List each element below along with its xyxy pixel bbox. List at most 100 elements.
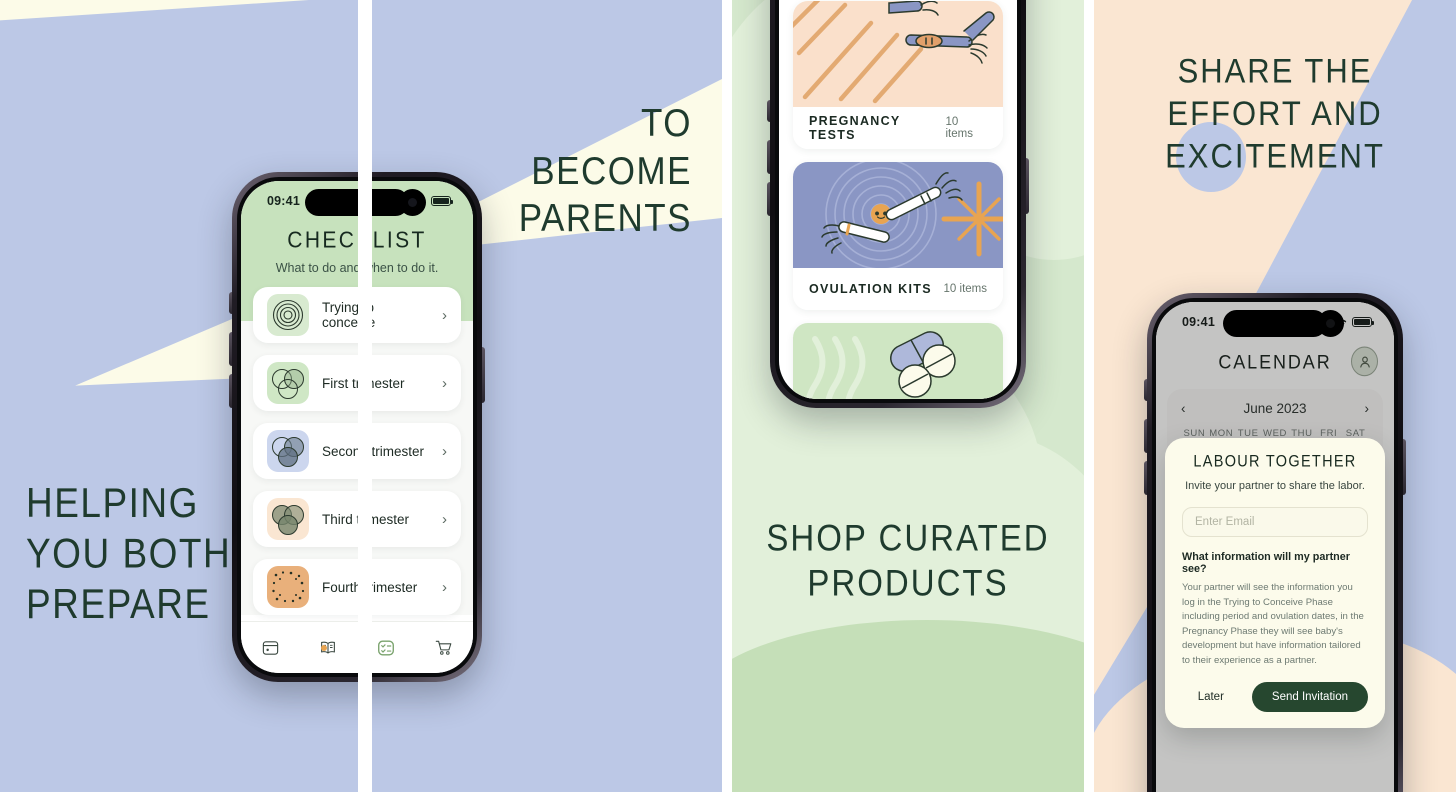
volume-down-button[interactable] (229, 374, 232, 408)
list-item[interactable]: Third trimester › (372, 491, 461, 547)
chevron-right-icon: › (442, 442, 447, 460)
front-camera-icon (1317, 310, 1344, 337)
checklist-screen: 09:41 CHECKLIST What to do and when to d… (241, 181, 358, 673)
bottom-tab-bar (372, 621, 473, 673)
venn-three-icon (267, 430, 309, 472)
list-item[interactable]: Fourth trimester › (372, 559, 461, 615)
status-time: 09:41 (267, 194, 300, 208)
mute-switch[interactable] (229, 292, 232, 314)
power-button[interactable] (482, 347, 485, 403)
later-button[interactable]: Later (1186, 685, 1236, 709)
chevron-right-icon: › (442, 374, 447, 392)
dynamic-island (305, 189, 358, 216)
panel-gap-3-4 (1084, 0, 1094, 792)
volume-up-button[interactable] (229, 332, 232, 366)
list-item-label: Trying to conceive (372, 300, 429, 330)
month-nav: ‹ June 2023 › (1181, 401, 1369, 416)
email-field[interactable]: Enter Email (1182, 506, 1368, 537)
status-bar: 09:41 (372, 181, 473, 225)
calendar-icon (262, 641, 278, 655)
shop-tab[interactable] (415, 638, 473, 657)
calendar-phone: 09:41 CALENDAR ‹ June 2023 › SUN MON TUE… (1144, 293, 1406, 792)
modal-question: What information will my partner see? (1182, 550, 1350, 575)
speckles-icon (267, 566, 309, 608)
venn-three-icon (267, 498, 309, 540)
mid-green-blob-shape (732, 620, 1084, 792)
volume-up-button[interactable] (767, 140, 770, 174)
panel-shop-curated-products: SHOP CURATED PRODUCTS PREGNANCY TESTS 10… (732, 0, 1084, 792)
list-item-label: Third trimester (322, 511, 358, 527)
volume-down-button[interactable] (1144, 461, 1147, 495)
front-camera-icon (399, 189, 426, 216)
phone-bezel: 09:41 CHECKLIST What to do and when to d… (372, 177, 477, 677)
chevron-right-icon: › (442, 306, 447, 324)
checklist-tab[interactable] (357, 638, 358, 658)
list-item-label: Fourth trimester (372, 579, 418, 595)
labour-together-modal: LABOUR TOGETHER Invite your partner to s… (1165, 438, 1385, 729)
bottom-tab-bar (241, 621, 358, 673)
list-item[interactable]: Fourth trimester › (253, 559, 358, 615)
mute-switch[interactable] (1144, 379, 1147, 401)
list-item-label: Fourth trimester (322, 579, 358, 595)
power-button[interactable] (1403, 439, 1406, 495)
panel-share-the-effort-and-excitement: SHARE THE EFFORT AND EXCITEMENT 09:41 CA… (1094, 0, 1456, 792)
volume-down-button[interactable] (767, 182, 770, 216)
send-invitation-button[interactable]: Send Invitation (1251, 682, 1368, 713)
modal-answer: Your partner will see the information yo… (1182, 581, 1364, 666)
battery-full-icon (1352, 317, 1374, 327)
modal-subtitle: Invite your partner to share the labor. (1185, 480, 1365, 492)
list-item-label: Third trimester (372, 511, 410, 527)
checklist-icon (378, 640, 394, 655)
shop-card-name: OVULATION KITS (809, 282, 932, 296)
list-item[interactable]: Trying to conceive › (372, 287, 461, 343)
checklist-tab[interactable] (372, 638, 415, 658)
mute-switch[interactable] (767, 100, 770, 122)
list-item-label: Second trimester (322, 443, 358, 459)
shop-card[interactable]: PREGNANCY TESTS 10 items (793, 1, 1003, 149)
shop-card-count: 10 items (943, 283, 987, 295)
volume-up-button[interactable] (1144, 419, 1147, 453)
power-button[interactable] (1026, 158, 1029, 214)
battery-full-icon (431, 196, 453, 206)
list-item[interactable]: Third trimester › (253, 491, 358, 547)
list-item-label: Trying to conceive (322, 300, 358, 330)
checklist-items-list: Trying to conceive › First trimester › (241, 287, 358, 615)
panel-4-headline: SHARE THE EFFORT AND EXCITEMENT (1165, 51, 1385, 176)
modal-actions: Later Send Invitation (1182, 682, 1368, 713)
checklist-phone-right-half: 09:41 CHECKLIST What to do and when to d… (372, 172, 485, 682)
list-item[interactable]: First trimester › (372, 355, 461, 411)
panel-2-headline: TO BECOME PARENTS (518, 101, 692, 241)
status-bar: 09:41 (1156, 302, 1394, 346)
library-tab[interactable] (299, 638, 357, 657)
shop-card-count: 10 items (945, 116, 973, 140)
panel-3-headline: SHOP CURATED PRODUCTS (766, 517, 1050, 604)
next-month-button[interactable]: › (1365, 401, 1370, 416)
shop-card[interactable] (793, 323, 1003, 399)
list-item[interactable]: Second trimester › (253, 423, 358, 479)
shop-card-row: OVULATION KITS 10 items (793, 268, 1003, 310)
user-avatar-icon[interactable] (1351, 346, 1378, 377)
modal-title: LABOUR TOGETHER (1193, 453, 1357, 471)
list-item[interactable]: First trimester › (253, 355, 358, 411)
shop-card-row: PREGNANCY TESTS 10 items (793, 107, 1003, 149)
current-month-label: June 2023 (1243, 401, 1307, 416)
status-time: 09:41 (1182, 315, 1215, 329)
shop-card[interactable]: OVULATION KITS 10 items (793, 162, 1003, 310)
phone-bezel: 09:41 CHECKLIST What to do and when to d… (237, 177, 358, 677)
list-item[interactable]: Second trimester › (372, 423, 461, 479)
cart-icon (435, 640, 452, 655)
panel-to-become-parents: TO BECOME PARENTS 09:41 (372, 0, 722, 792)
checklist-subtitle: What to do and when to do it. (372, 261, 439, 275)
chevron-right-icon: › (442, 578, 447, 596)
hands-holding-ovulation-kit-illustration (793, 162, 1003, 268)
checklist-title: CHECKLIST (372, 227, 427, 254)
calendar-screen: 09:41 CALENDAR ‹ June 2023 › SUN MON TUE… (1156, 302, 1394, 792)
venn-three-icon (267, 362, 309, 404)
shop-screen: PREGNANCY TESTS 10 items OVULATION KITS … (779, 0, 1017, 399)
panel-helping-you-both-prepare: HELPING YOU BOTH PREPARE 09:41 CHEC What… (0, 0, 358, 792)
list-item[interactable]: Trying to conceive › (253, 287, 358, 343)
calendar-tab[interactable] (241, 638, 299, 657)
status-bar: 09:41 (241, 181, 358, 225)
panel-gap-2-3 (722, 0, 732, 792)
panel-1-headline: HELPING YOU BOTH PREPARE (26, 480, 232, 628)
